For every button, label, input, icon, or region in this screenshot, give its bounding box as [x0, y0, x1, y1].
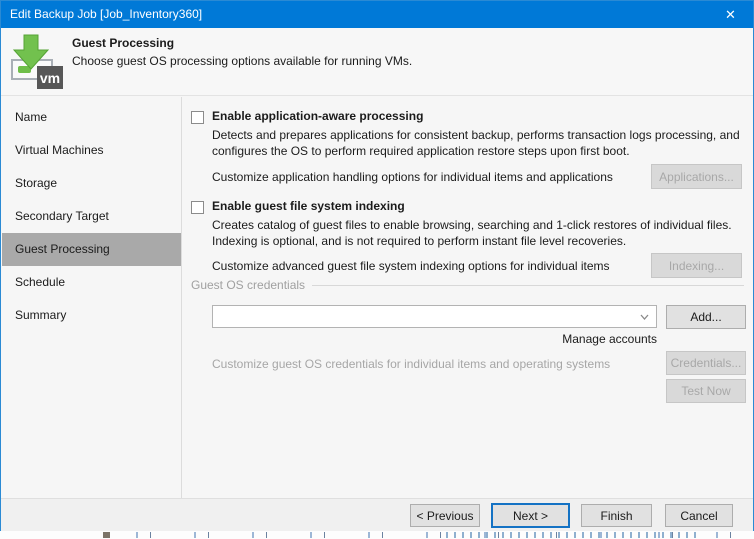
- edit-backup-job-dialog: Edit Backup Job [Job_Inventory360] ✕ vm …: [0, 0, 754, 531]
- icon-vm-text: vm: [40, 70, 60, 86]
- page-subtitle: Choose guest OS processing options avail…: [72, 54, 413, 68]
- page-title: Guest Processing: [72, 36, 175, 50]
- credentials-combobox[interactable]: [212, 305, 657, 328]
- cancel-button[interactable]: Cancel: [665, 504, 733, 527]
- background-artifact: [440, 532, 700, 538]
- indexing-description: Creates catalog of guest files to enable…: [212, 218, 732, 248]
- indexing-label[interactable]: Enable guest file system indexing: [212, 199, 405, 213]
- wizard-steps-sidebar: Name Virtual Machines Storage Secondary …: [2, 101, 181, 332]
- background-app-sliver: [0, 531, 754, 539]
- manage-accounts-link[interactable]: Manage accounts: [212, 332, 657, 346]
- sidebar-item-storage[interactable]: Storage: [2, 167, 181, 200]
- applications-button[interactable]: Applications...: [651, 164, 742, 189]
- vm-backup-job-icon: vm: [9, 33, 65, 91]
- chevron-down-icon: [640, 314, 649, 320]
- background-artifact: [103, 532, 110, 538]
- app-aware-description: Detects and prepares applications for co…: [212, 128, 740, 158]
- test-now-button[interactable]: Test Now: [666, 379, 746, 403]
- wizard-header: vm Guest Processing Choose guest OS proc…: [1, 28, 753, 96]
- group-divider-line: [312, 284, 744, 286]
- titlebar[interactable]: Edit Backup Job [Job_Inventory360] ✕: [1, 1, 753, 28]
- next-button[interactable]: Next >: [491, 503, 570, 528]
- add-button[interactable]: Add...: [666, 305, 746, 329]
- app-aware-checkbox[interactable]: [191, 111, 204, 124]
- close-icon[interactable]: ✕: [708, 1, 753, 28]
- finish-button[interactable]: Finish: [581, 504, 652, 527]
- wizard-footer: < Previous Next > Finish Cancel: [1, 498, 753, 531]
- app-aware-customize-text: Customize application handling options f…: [212, 170, 613, 184]
- credentials-customize-text: Customize guest OS credentials for indiv…: [212, 357, 611, 371]
- sidebar-item-schedule[interactable]: Schedule: [2, 266, 181, 299]
- credentials-button[interactable]: Credentials...: [666, 351, 746, 375]
- screen: Edit Backup Job [Job_Inventory360] ✕ vm …: [0, 0, 754, 539]
- window-title: Edit Backup Job [Job_Inventory360]: [10, 7, 203, 21]
- credentials-group-label: Guest OS credentials: [191, 278, 306, 292]
- sidebar-item-virtual-machines[interactable]: Virtual Machines: [2, 134, 181, 167]
- sidebar-item-name[interactable]: Name: [2, 101, 181, 134]
- app-aware-label[interactable]: Enable application-aware processing: [212, 109, 423, 123]
- sidebar-item-secondary-target[interactable]: Secondary Target: [2, 200, 181, 233]
- indexing-checkbox[interactable]: [191, 201, 204, 214]
- credentials-group-header: Guest OS credentials: [191, 277, 744, 293]
- indexing-customize-text: Customize advanced guest file system ind…: [212, 259, 610, 273]
- sidebar-item-guest-processing[interactable]: Guest Processing: [2, 233, 181, 266]
- previous-button[interactable]: < Previous: [410, 504, 480, 527]
- indexing-button[interactable]: Indexing...: [651, 253, 742, 278]
- sidebar-item-summary[interactable]: Summary: [2, 299, 181, 332]
- guest-processing-panel: Enable application-aware processing Dete…: [182, 96, 753, 498]
